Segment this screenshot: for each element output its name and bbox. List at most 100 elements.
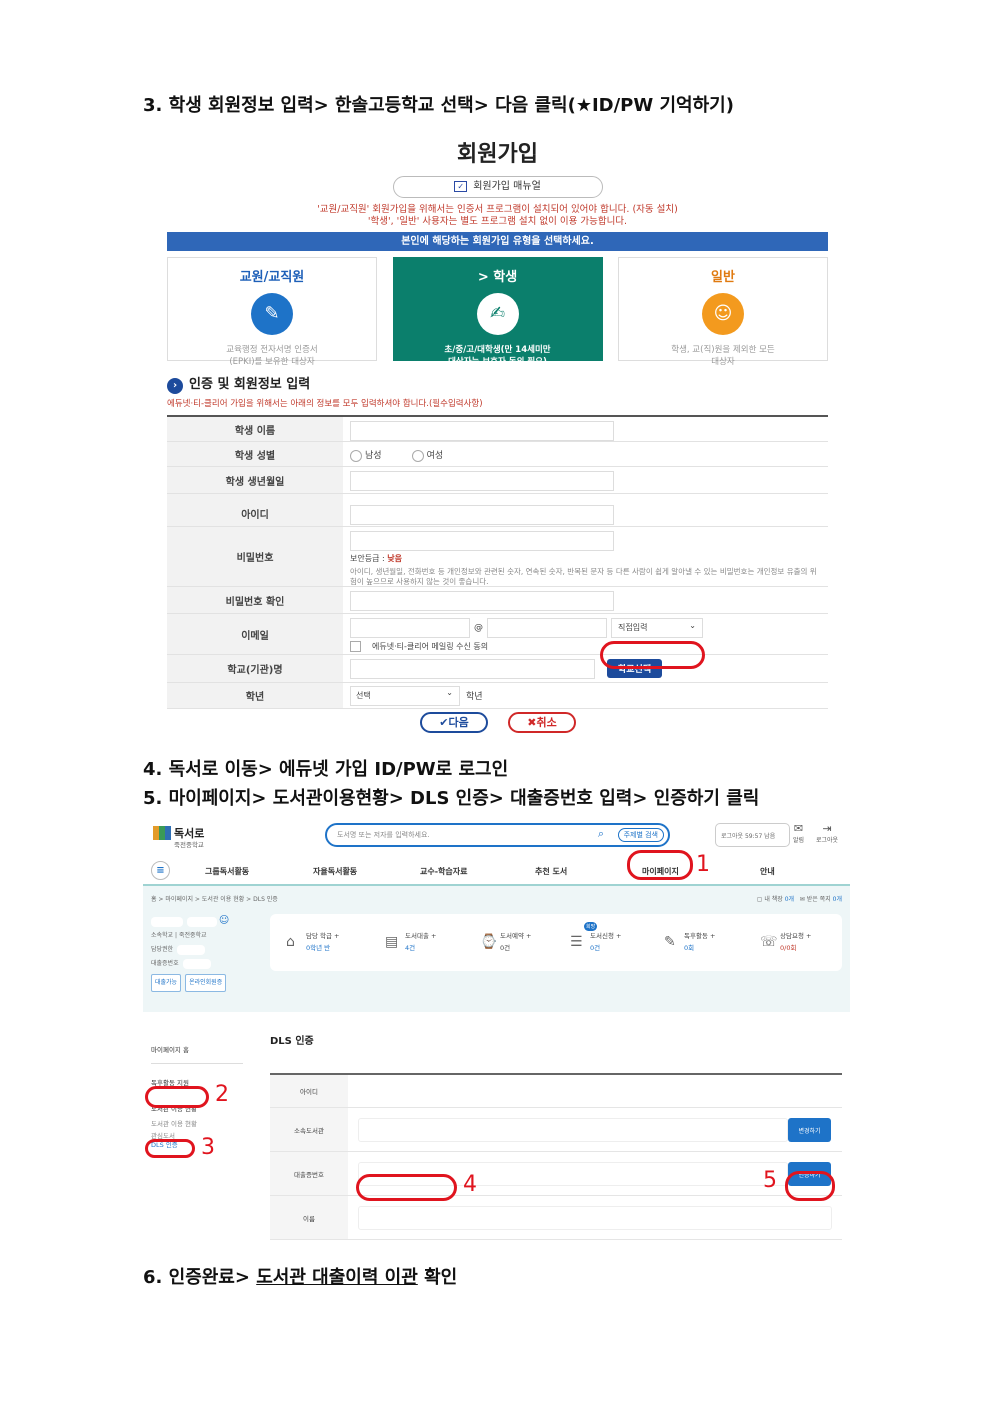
- profile-card: ☺ 소속학교 | 죽전중학교 담당권한 대출증번호 대출가능 온라인회원증: [151, 914, 230, 992]
- nav-self-reading[interactable]: 자율독서활동: [313, 866, 357, 877]
- label-password: 비밀번호: [167, 527, 343, 586]
- logout-button[interactable]: ⇥ 로그아웃: [816, 822, 838, 844]
- mypage-summary: 홈 > 마이페이지 > 도서관 이용 현황 > DLS 인증 ▢ 내 책장 0개…: [143, 886, 850, 1012]
- dls-panel: DLS 인증 아이디 소속도서관 변경하기 대출증번호 인증하기 이름: [270, 1032, 842, 1240]
- chevron-down-icon: ⌄: [446, 687, 453, 697]
- section-title: › 인증 및 회원정보 입력: [167, 373, 828, 394]
- type-general[interactable]: 일반 ☺ 학생, 교(직)원을 제외한 모든 대상자: [618, 257, 828, 367]
- nav-teaching[interactable]: 교수-학습자료: [420, 866, 467, 877]
- annotation-5: 5: [763, 1168, 777, 1193]
- online-card-tag[interactable]: 온라인회원증: [185, 974, 227, 992]
- type-teacher[interactable]: 교원/교직원 ✎ 교육행정 전자서명 인증서 (EPKI)를 보유한 대상자: [167, 257, 377, 367]
- form-buttons: ✔다음 ✖취소: [420, 712, 576, 733]
- stat-loans[interactable]: ▤ 도서대출 +4건: [385, 930, 436, 954]
- annotation-3: 3: [201, 1135, 215, 1160]
- female-radio[interactable]: [411, 449, 424, 462]
- name-input[interactable]: [358, 1206, 832, 1230]
- label-library: 소속도서관: [270, 1108, 348, 1151]
- signup-manual-button[interactable]: ✓ 회원가입 매뉴얼: [392, 176, 603, 198]
- library-screenshot: 독서로 죽전중학교 도서명 또는 저자를 입력하세요. ⌕ 주제별 검색 로그아웃 5…: [143, 812, 850, 1257]
- signup-title: 회원가입: [457, 142, 538, 167]
- highlight-library-usage: [145, 1086, 209, 1108]
- type-student[interactable]: > 학생 ✍ 초/중/고/대학생(만 14세미만 대상자는 보호자 동의 필요): [392, 257, 603, 367]
- email-domain-select[interactable]: 직접입력 ⌄: [611, 618, 703, 638]
- chevron-down-icon: ⌄: [689, 621, 696, 630]
- step-6-heading: 6. 인증완료> 도서관 대출이력 이관 확인: [143, 1267, 458, 1288]
- stat-counsel[interactable]: ☏ 상담요청 +0/0회: [760, 930, 811, 954]
- label-password-confirm: 비밀번호 확인: [167, 587, 343, 613]
- label-school: 학교(기관)명: [167, 655, 343, 682]
- highlight-school-button: [600, 641, 705, 669]
- cancel-button[interactable]: ✖취소: [508, 712, 576, 733]
- change-library-button[interactable]: 변경하기: [788, 1118, 831, 1142]
- signup-form: 학생 이름 학생 성별 남성 여성 학생 생년월일 아이디 비밀번호 보안등급 :…: [167, 415, 828, 709]
- label-gender: 학생 성별: [167, 442, 343, 466]
- grade-suffix: 학년: [466, 692, 483, 702]
- dls-table: 아이디 소속도서관 변경하기 대출증번호 인증하기 이름: [270, 1073, 842, 1240]
- search-input[interactable]: 도서명 또는 저자를 입력하세요. ⌕ 주제별 검색: [325, 823, 670, 847]
- email-domain-input[interactable]: [487, 618, 607, 638]
- female-label: 여성: [426, 451, 444, 461]
- library-header: 독서로 죽전중학교 도서명 또는 저자를 입력하세요. ⌕ 주제별 검색 로그아웃 5…: [143, 812, 850, 856]
- security-value: 낮음: [387, 554, 402, 563]
- book-loan-icon: ▤: [385, 934, 399, 950]
- reading-activity-icon: ✎: [664, 934, 676, 950]
- side-mypage-home[interactable]: 마이페이지 홈: [151, 1044, 243, 1064]
- nav-guide[interactable]: 안내: [760, 866, 775, 877]
- checkbox-icon: ✓: [454, 180, 468, 192]
- step-5-heading: 5. 마이페이지> 도서관이용현황> DLS 인증> 대출증번호 입력> 인증하…: [143, 788, 760, 809]
- id-input[interactable]: [350, 505, 614, 525]
- nav-recommended[interactable]: 추천 도서: [535, 866, 567, 877]
- annotation-2: 2: [215, 1082, 229, 1107]
- reservation-icon: ⌚: [480, 934, 498, 950]
- topic-search-button[interactable]: 주제별 검색: [617, 828, 664, 842]
- password-note: 아이디, 생년월일, 전화번호 등 개인정보와 관련된 숫자, 연속된 숫자, …: [350, 567, 817, 586]
- dls-title: DLS 인증: [270, 1036, 314, 1047]
- stat-class[interactable]: ⌂ 담당 학급 +0학년 반: [286, 930, 340, 954]
- library-logo[interactable]: 독서로 죽전중학교: [153, 822, 204, 849]
- search-icon: ⌕: [597, 827, 604, 840]
- step-3-heading: 3. 학생 회원정보 입력> 한솔고등학교 선택> 다음 클릭(★ID/PW 기…: [143, 95, 734, 116]
- next-button[interactable]: ✔다음: [420, 712, 488, 733]
- highlight-verify: [785, 1171, 835, 1201]
- my-counts: ▢ 내 책장 0개 ✉ 받은 쪽지 0개: [756, 896, 842, 903]
- email-at: @: [474, 623, 483, 633]
- password-confirm-input[interactable]: [350, 591, 614, 611]
- section-note: 에듀넷·티-클리어 가입을 위해서는 아래의 정보를 모두 입력하셔야 합니다.…: [167, 399, 483, 409]
- stat-reading-activity[interactable]: ✎ 독후활동 +0회: [664, 930, 715, 954]
- stats-panel: ⌂ 담당 학급 +0학년 반 ▤ 도서대출 +4건 ⌚ 도서예약 +0건 ☰ 도서신청 …: [270, 914, 842, 971]
- grade-select[interactable]: 선택 ⌄: [350, 685, 460, 706]
- classroom-icon: ⌂: [286, 934, 295, 950]
- menu-icon[interactable]: ≡: [151, 861, 170, 880]
- alerts-button[interactable]: ✉ 알림: [793, 822, 804, 844]
- email-consent-label: 에듀넷·티-클리어 메일링 수신 동의: [372, 642, 489, 651]
- breadcrumb: 홈 > 마이페이지 > 도서관 이용 현황 > DLS 인증: [151, 896, 278, 903]
- school-input[interactable]: [350, 658, 595, 679]
- nav-group-reading[interactable]: 그룹독서활동: [205, 866, 249, 877]
- email-local-input[interactable]: [350, 618, 470, 638]
- stat-requests[interactable]: ☰ 도서신청 +0건 희망: [570, 922, 621, 954]
- general-icon: ☺: [702, 293, 744, 335]
- stat-reservations[interactable]: ⌚ 도서예약 +0건: [480, 930, 531, 954]
- email-consent-checkbox[interactable]: [350, 641, 361, 652]
- member-type-list: 교원/교직원 ✎ 교육행정 전자서명 인증서 (EPKI)를 보유한 대상자 > …: [167, 257, 828, 367]
- student-icon: ✍: [476, 293, 519, 335]
- signup-notice: '교원/교직원' 회원가입을 위해서는 인증서 프로그램이 설치되어 있어야 합…: [317, 204, 678, 227]
- highlight-dls-auth: [145, 1139, 195, 1158]
- side-library-usage-sub[interactable]: 도서관 이용 현황: [151, 1118, 243, 1131]
- label-grade: 학년: [167, 683, 343, 708]
- mail-icon: ✉: [793, 822, 804, 835]
- student-name-input[interactable]: [350, 421, 614, 441]
- signup-screenshot: 회원가입 ✓ 회원가입 매뉴얼 '교원/교직원' 회원가입을 위해서는 인증서 프…: [167, 132, 828, 709]
- male-radio[interactable]: [350, 449, 362, 462]
- security-label: 보안등급 :: [350, 554, 388, 563]
- logout-icon: ⇥: [822, 822, 832, 835]
- male-label: 남성: [365, 451, 382, 461]
- library-input[interactable]: [358, 1118, 788, 1142]
- birth-input[interactable]: [350, 471, 614, 491]
- password-input[interactable]: [350, 531, 614, 551]
- logout-timer: 로그아웃 59:57 남음: [715, 823, 790, 847]
- step-4-heading: 4. 독서로 이동> 에듀넷 가입 ID/PW로 로그인: [143, 759, 509, 780]
- teacher-icon: ✎: [251, 293, 293, 335]
- counsel-icon: ☏: [760, 934, 778, 950]
